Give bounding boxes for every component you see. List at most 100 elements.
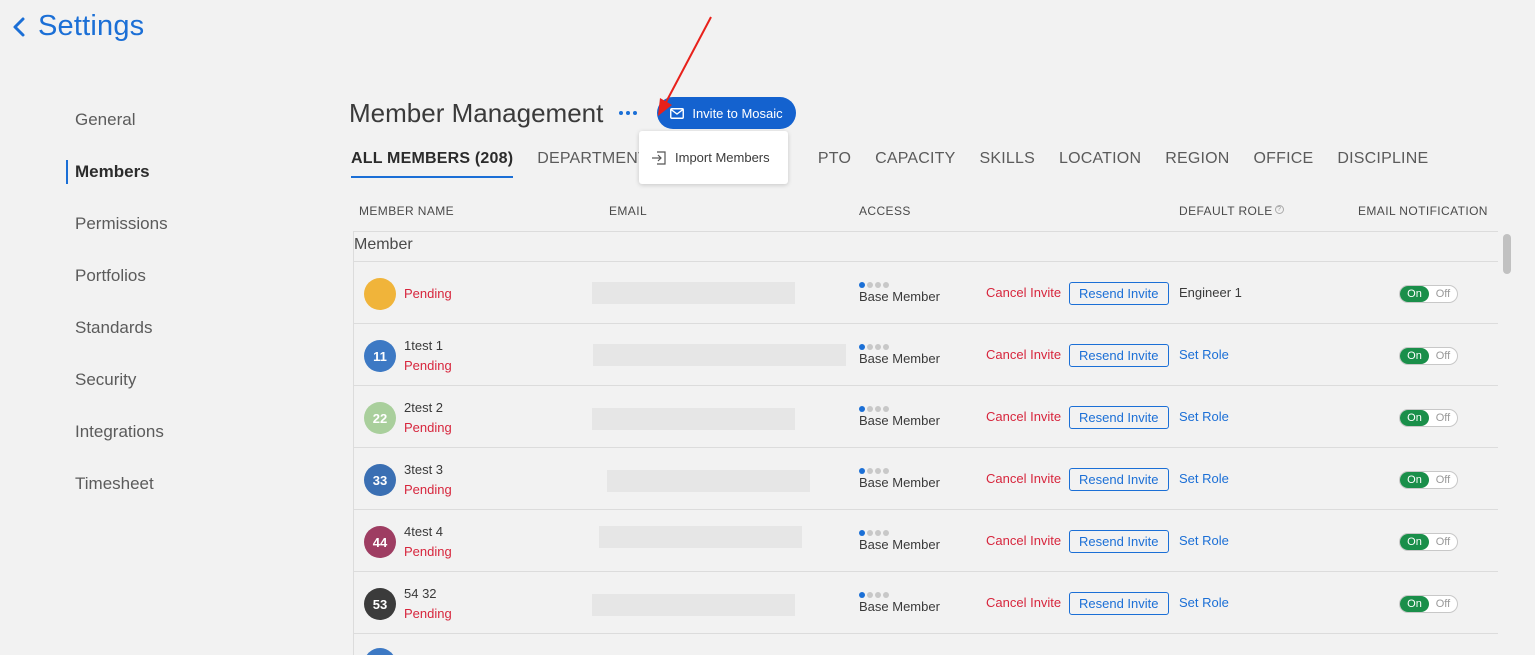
resend-invite-button[interactable]: Resend Invite bbox=[1069, 592, 1169, 615]
set-role-link[interactable]: Set Role bbox=[1179, 595, 1229, 610]
scrollbar-thumb[interactable] bbox=[1503, 234, 1511, 274]
set-role-link[interactable]: Set Role bbox=[1179, 409, 1229, 424]
toggle-off-label: Off bbox=[1435, 536, 1451, 548]
email-notification-toggle[interactable]: On Off bbox=[1399, 285, 1458, 303]
status-pending: Pending bbox=[404, 544, 452, 559]
column-default-role[interactable]: DEFAULT ROLE? bbox=[1179, 204, 1284, 218]
table-scrollbar[interactable] bbox=[1500, 232, 1514, 655]
member-name[interactable]: 3test 3 bbox=[404, 462, 443, 477]
email-notification-toggle[interactable]: On Off bbox=[1399, 471, 1458, 489]
back-to-settings[interactable]: Settings bbox=[10, 10, 144, 43]
email-cell-redacted bbox=[607, 470, 810, 492]
access-cell[interactable]: Base Member bbox=[859, 282, 940, 304]
chevron-left-icon bbox=[13, 17, 25, 36]
access-cell[interactable]: Base Member bbox=[859, 344, 940, 366]
cancel-invite-link[interactable]: Cancel Invite bbox=[986, 285, 1061, 300]
email-cell-redacted bbox=[592, 408, 795, 430]
access-level-dots bbox=[859, 468, 940, 474]
toggle-on-label: On bbox=[1400, 534, 1429, 550]
table-row: Pending Base Member Cancel Invite Resend… bbox=[353, 262, 1498, 324]
sidebar-item-security[interactable]: Security bbox=[66, 354, 266, 406]
email-notification-toggle[interactable]: On Off bbox=[1399, 533, 1458, 551]
set-role-link[interactable]: Set Role bbox=[1179, 471, 1229, 486]
access-cell[interactable]: Base Member bbox=[859, 406, 940, 428]
more-options-button[interactable] bbox=[617, 105, 639, 121]
cancel-invite-link[interactable]: Cancel Invite bbox=[986, 409, 1061, 424]
sidebar-item-members[interactable]: Members bbox=[66, 146, 266, 198]
avatar[interactable]: 11 bbox=[364, 340, 396, 372]
sidebar-item-portfolios[interactable]: Portfolios bbox=[66, 250, 266, 302]
cancel-invite-link[interactable]: Cancel Invite bbox=[986, 347, 1061, 362]
email-cell-redacted bbox=[592, 282, 795, 304]
access-cell[interactable]: Base Member bbox=[859, 592, 940, 614]
access-cell[interactable]: Base Member bbox=[859, 530, 940, 552]
tab-skills[interactable]: SKILLS bbox=[980, 150, 1035, 178]
access-label: Base Member bbox=[859, 289, 940, 304]
ellipsis-icon bbox=[619, 111, 624, 115]
tab-pto[interactable]: PTO bbox=[818, 150, 851, 178]
status-pending: Pending bbox=[404, 358, 452, 373]
status-pending: Pending bbox=[404, 420, 452, 435]
import-members-menu-item[interactable]: Import Members bbox=[639, 131, 788, 184]
sidebar-item-label: Security bbox=[75, 370, 137, 389]
cancel-invite-link[interactable]: Cancel Invite bbox=[986, 471, 1061, 486]
ellipsis-icon bbox=[626, 111, 631, 115]
email-notification-toggle[interactable]: On Off bbox=[1399, 595, 1458, 613]
member-name[interactable]: 54 32 bbox=[404, 586, 437, 601]
tab-capacity[interactable]: CAPACITY bbox=[875, 150, 955, 178]
avatar[interactable]: 53 bbox=[364, 588, 396, 620]
toggle-off-label: Off bbox=[1435, 288, 1451, 300]
cancel-invite-link[interactable]: Cancel Invite bbox=[986, 595, 1061, 610]
avatar[interactable]: 22 bbox=[364, 402, 396, 434]
avatar[interactable]: 44 bbox=[364, 526, 396, 558]
email-notification-toggle[interactable]: On Off bbox=[1399, 409, 1458, 427]
toggle-on-label: On bbox=[1400, 596, 1429, 612]
resend-invite-button[interactable]: Resend Invite bbox=[1069, 530, 1169, 553]
toggle-on-label: On bbox=[1400, 348, 1429, 364]
column-member-name[interactable]: MEMBER NAME bbox=[359, 204, 454, 218]
column-access[interactable]: ACCESS bbox=[859, 204, 911, 218]
sidebar-item-integrations[interactable]: Integrations bbox=[66, 406, 266, 458]
ellipsis-icon bbox=[633, 111, 638, 115]
access-cell[interactable]: Base Member bbox=[859, 468, 940, 490]
tab-office[interactable]: OFFICE bbox=[1254, 150, 1314, 178]
toggle-off-label: Off bbox=[1435, 412, 1451, 424]
email-cell-redacted bbox=[599, 526, 802, 548]
member-name[interactable]: 4test 4 bbox=[404, 524, 443, 539]
set-role-link[interactable]: Set Role bbox=[1179, 347, 1229, 362]
tab-region[interactable]: REGION bbox=[1165, 150, 1229, 178]
sidebar-item-standards[interactable]: Standards bbox=[66, 302, 266, 354]
tab-all-members[interactable]: ALL MEMBERS (208) bbox=[351, 150, 514, 178]
avatar[interactable] bbox=[364, 278, 396, 310]
access-level-dots bbox=[859, 406, 940, 412]
resend-invite-button[interactable]: Resend Invite bbox=[1069, 468, 1169, 491]
set-role-link[interactable]: Set Role bbox=[1179, 533, 1229, 548]
access-label: Base Member bbox=[859, 537, 940, 552]
help-icon[interactable]: ? bbox=[1274, 205, 1284, 214]
sidebar-item-timesheet[interactable]: Timesheet bbox=[66, 458, 266, 510]
resend-invite-button[interactable]: Resend Invite bbox=[1069, 344, 1169, 367]
toggle-off-label: Off bbox=[1435, 598, 1451, 610]
sidebar-item-label: Members bbox=[75, 162, 150, 181]
avatar[interactable]: 33 bbox=[364, 464, 396, 496]
access-label: Base Member bbox=[859, 413, 940, 428]
resend-invite-button[interactable]: Resend Invite bbox=[1069, 282, 1169, 305]
column-email-notification[interactable]: EMAIL NOTIFICATION bbox=[1358, 204, 1488, 218]
default-role-value[interactable]: Engineer 1 bbox=[1179, 285, 1242, 300]
sidebar-item-label: General bbox=[75, 110, 136, 129]
access-level-dots bbox=[859, 282, 940, 288]
access-label: Base Member bbox=[859, 599, 940, 614]
toggle-off-label: Off bbox=[1435, 350, 1451, 362]
resend-invite-button[interactable]: Resend Invite bbox=[1069, 406, 1169, 429]
cancel-invite-link[interactable]: Cancel Invite bbox=[986, 533, 1061, 548]
sidebar-item-general[interactable]: General bbox=[66, 94, 266, 146]
access-level-dots bbox=[859, 592, 940, 598]
tab-location[interactable]: LOCATION bbox=[1059, 150, 1141, 178]
column-email[interactable]: EMAIL bbox=[609, 204, 647, 218]
member-management-header: Member Management Invite to Mosaic bbox=[349, 96, 796, 130]
member-name[interactable]: 2test 2 bbox=[404, 400, 443, 415]
table-row: 53 54 32 Pending Base Member Cancel Invi… bbox=[353, 572, 1498, 634]
tab-discipline[interactable]: DISCIPLINE bbox=[1337, 150, 1428, 178]
email-notification-toggle[interactable]: On Off bbox=[1399, 347, 1458, 365]
member-name[interactable]: 1test 1 bbox=[404, 338, 443, 353]
